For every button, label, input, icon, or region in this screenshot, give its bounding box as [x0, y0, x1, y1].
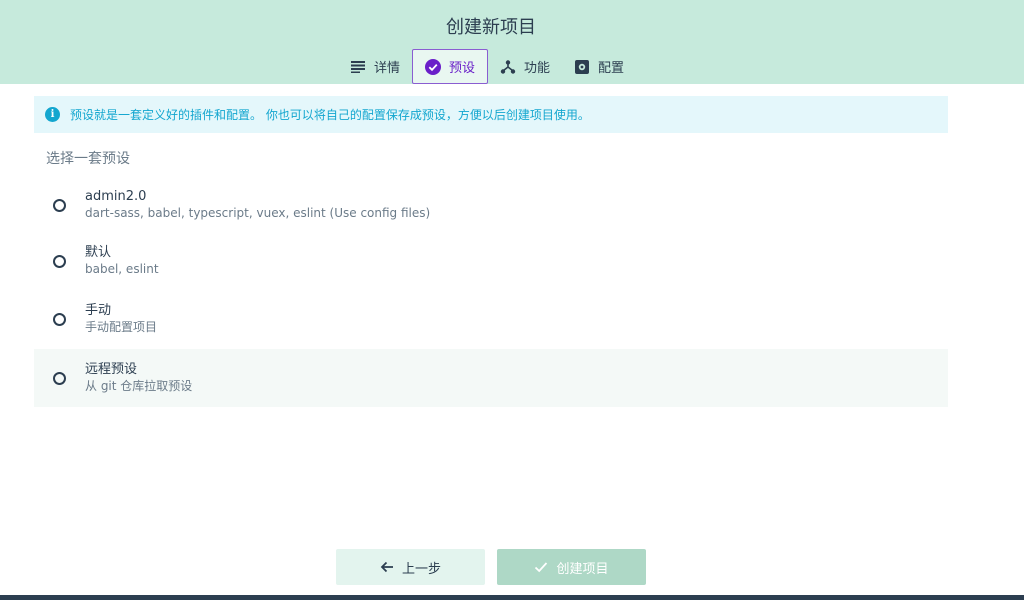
- arrow-left-icon: [380, 561, 394, 573]
- tab-presets[interactable]: 预设: [412, 49, 489, 84]
- preset-desc: babel, eslint: [85, 262, 159, 276]
- info-banner: i 预设就是一套定义好的插件和配置。 你也可以将自己的配置保存成预设，方便以后创…: [34, 96, 948, 133]
- tab-features[interactable]: 功能: [488, 49, 562, 84]
- previous-label: 上一步: [401, 561, 441, 577]
- radio-unchecked-icon[interactable]: [53, 312, 66, 326]
- radio-unchecked-icon[interactable]: [53, 371, 66, 385]
- radio-unchecked-icon[interactable]: [53, 254, 66, 268]
- bottom-bar: [0, 595, 1024, 600]
- tab-details[interactable]: 详情: [338, 49, 412, 84]
- radio-unchecked-icon[interactable]: [53, 198, 66, 212]
- page-title: 创建新项目: [446, 17, 536, 38]
- settings-icon: [574, 59, 590, 75]
- list-icon: [350, 59, 366, 75]
- previous-button[interactable]: 上一步: [336, 549, 485, 585]
- tab-label: 预设: [449, 61, 476, 76]
- preset-name: 远程预设: [85, 362, 138, 377]
- preset-desc: 手动配置项目: [85, 320, 158, 334]
- preset-desc: dart-sass, babel, typescript, vuex, esli…: [85, 206, 431, 220]
- footer-actions: 上一步 创建项目: [0, 549, 1024, 585]
- info-icon: i: [45, 107, 60, 122]
- tab-label: 详情: [374, 61, 401, 76]
- preset-option-remote[interactable]: 远程预设 从 git 仓库拉取预设: [34, 349, 948, 407]
- preset-desc: 从 git 仓库拉取预设: [85, 379, 193, 393]
- tab-label: 功能: [524, 61, 551, 76]
- preset-name: 默认: [85, 245, 112, 260]
- create-label: 创建项目: [556, 561, 609, 577]
- preset-option-default[interactable]: 默认 babel, eslint: [34, 232, 948, 290]
- tab-config[interactable]: 配置: [562, 49, 636, 84]
- tab-label: 配置: [598, 61, 625, 76]
- create-project-button[interactable]: 创建项目: [497, 549, 646, 585]
- header: 创建新项目 详情 预设 功能 配置: [0, 0, 1024, 84]
- step-tabs: 详情 预设 功能 配置: [338, 49, 636, 84]
- preset-option-manual[interactable]: 手动 手动配置项目: [34, 290, 948, 348]
- check-circle-icon: [425, 58, 442, 75]
- branch-icon: [500, 59, 516, 75]
- preset-section-label: 选择一套预设: [46, 151, 130, 167]
- info-text: 预设就是一套定义好的插件和配置。 你也可以将自己的配置保存成预设，方便以后创建项…: [70, 108, 590, 122]
- preset-option-admin[interactable]: admin2.0 dart-sass, babel, typescript, v…: [34, 176, 948, 234]
- check-icon: [534, 561, 548, 573]
- preset-name: 手动: [85, 303, 112, 318]
- preset-name: admin2.0: [85, 189, 147, 204]
